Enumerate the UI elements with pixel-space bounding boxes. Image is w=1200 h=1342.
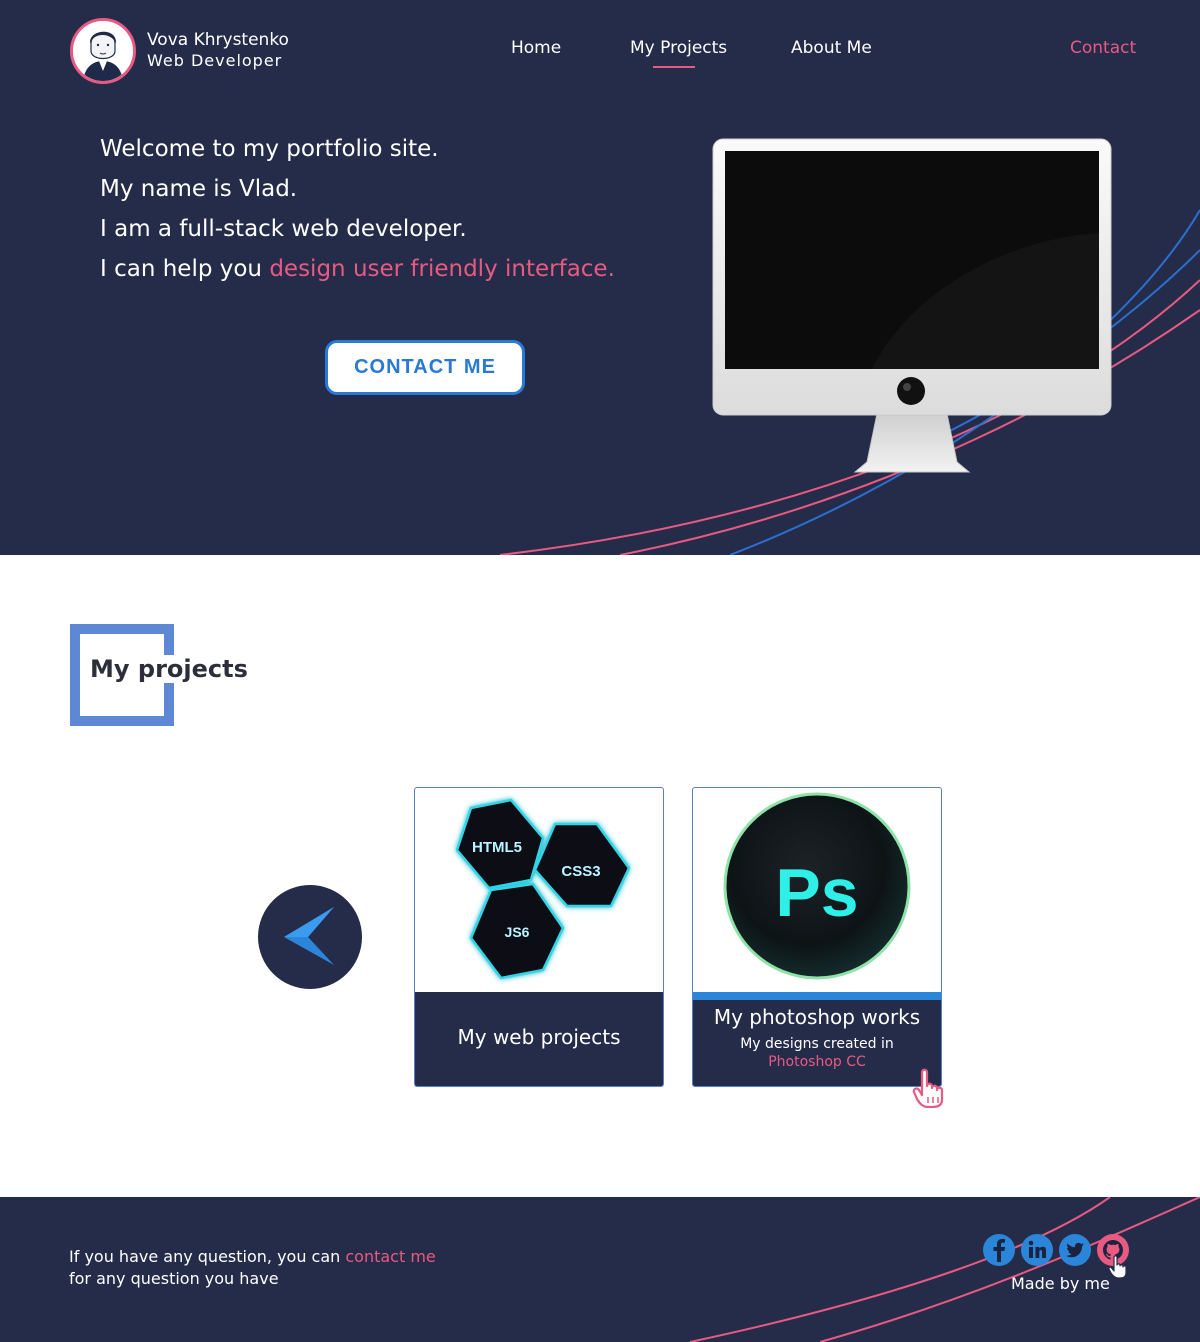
hero-line-name: My name is Vlad.: [100, 176, 298, 202]
project-card-web[interactable]: HTML5 CSS3 JS6 My web projects: [414, 787, 664, 1087]
card-web-footer: My web projects: [415, 992, 663, 1086]
made-by-text: Made by me: [1011, 1274, 1110, 1293]
hero-line-welcome: Welcome to my portfolio site.: [100, 136, 439, 162]
footer: If you have any question, you can contac…: [0, 1197, 1200, 1342]
css3-label: CSS3: [561, 863, 600, 880]
nav-contact[interactable]: Contact: [1070, 38, 1136, 58]
brand-role: Web Developer: [147, 51, 283, 70]
facebook-icon: [993, 1239, 1005, 1262]
nav-about-me[interactable]: About Me: [791, 38, 872, 58]
hero-help-prefix: I can help you: [100, 256, 270, 282]
nav-my-projects[interactable]: My Projects: [630, 38, 727, 58]
hand-pointer-icon-small: [1108, 1255, 1127, 1279]
project-card-photoshop[interactable]: Ps My photoshop works My designs created…: [692, 787, 942, 1087]
hero-line-help: I can help you design user friendly inte…: [100, 256, 615, 282]
twitter-icon: [1065, 1242, 1084, 1258]
ps-label: Ps: [775, 855, 858, 931]
avatar[interactable]: [70, 18, 136, 84]
card-web-title: My web projects: [457, 1025, 621, 1049]
carousel-prev-button[interactable]: [258, 885, 362, 989]
photoshop-image: Ps: [693, 788, 941, 992]
hand-pointer-icon: [912, 1068, 944, 1108]
arrow-left-icon: [284, 907, 334, 965]
js6-label: JS6: [505, 924, 530, 940]
facebook-link[interactable]: [983, 1234, 1015, 1266]
nav-home[interactable]: Home: [511, 38, 561, 58]
nav-active-underline: [653, 66, 695, 68]
projects-section-title: My projects: [82, 655, 256, 683]
card-photoshop-footer: My photoshop works My designs created in…: [693, 992, 941, 1086]
card-photoshop-subtitle: My designs created in: [740, 1036, 894, 1052]
footer-question-line: If you have any question, you can contac…: [69, 1247, 436, 1266]
card-photoshop-subtitle-accent: Photoshop CC: [768, 1054, 866, 1070]
twitter-link[interactable]: [1059, 1234, 1091, 1266]
web-tech-image: HTML5 CSS3 JS6: [415, 788, 663, 992]
footer-question-prefix: If you have any question, you can: [69, 1247, 346, 1266]
html5-label: HTML5: [472, 839, 522, 856]
monitor-illustration: [712, 138, 1112, 473]
portrait-icon: [73, 21, 133, 81]
hero-help-accent: design user friendly interface.: [269, 256, 615, 282]
contact-me-button[interactable]: CONTACT ME: [325, 340, 525, 395]
linkedin-link[interactable]: [1021, 1234, 1053, 1266]
hero-section: Vova Khrystenko Web Developer Home My Pr…: [0, 0, 1200, 555]
footer-contact-link[interactable]: contact me: [345, 1247, 435, 1266]
footer-question-line-2: for any question you have: [69, 1269, 279, 1288]
brand-name: Vova Khrystenko: [147, 30, 289, 50]
linkedin-icon: [1028, 1240, 1046, 1258]
card-photoshop-title: My photoshop works: [713, 1005, 921, 1029]
hero-line-role: I am a full-stack web developer.: [100, 216, 467, 242]
